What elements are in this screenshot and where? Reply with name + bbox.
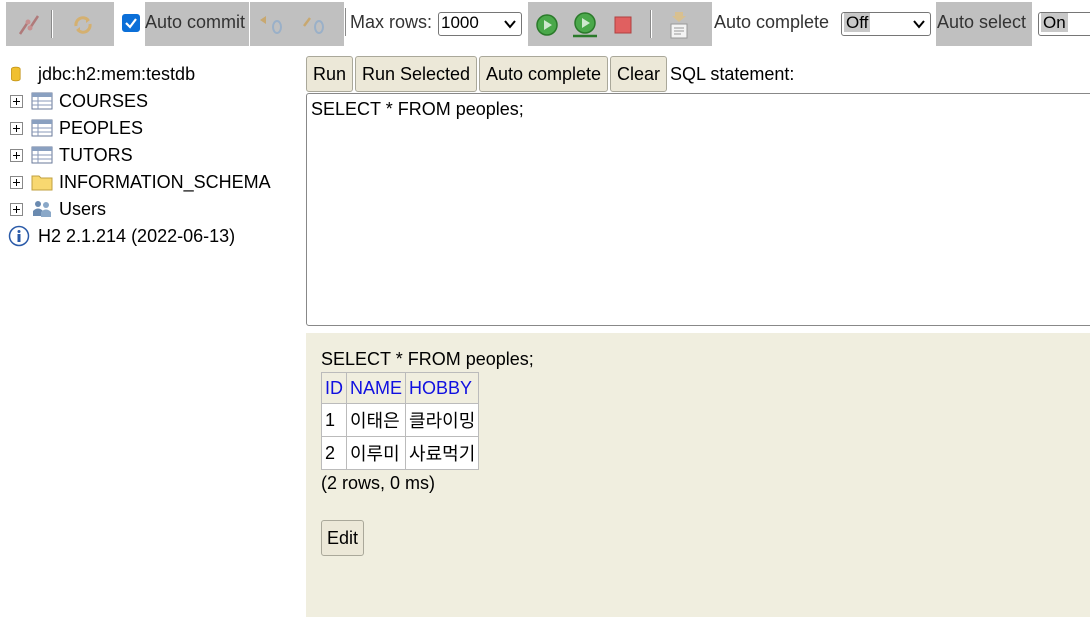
table-cell: 1 [321, 403, 347, 437]
database-icon [11, 66, 21, 82]
run-selected-button[interactable]: Run Selected [355, 56, 478, 92]
checkmark-icon [125, 18, 137, 29]
tree-item-peoples[interactable]: PEOPLES [10, 116, 143, 140]
table-cell: 2 [321, 436, 347, 470]
clear-button[interactable]: Clear [610, 56, 668, 92]
table-cell: 이루미 [345, 436, 407, 470]
stop-button[interactable] [606, 8, 640, 42]
history-button[interactable] [662, 8, 696, 42]
history-icon [670, 12, 688, 39]
tree-item-label: COURSES [59, 90, 149, 111]
autocomplete-value: Off [844, 13, 871, 32]
expand-icon[interactable] [10, 202, 23, 216]
column-header[interactable]: HOBBY [405, 372, 480, 404]
autocomplete-select[interactable]: Off [841, 12, 931, 36]
toolbar-group-execute [528, 2, 712, 46]
table-icon [31, 119, 53, 137]
disconnect-icon [18, 15, 40, 35]
maxrows-select[interactable]: 1000 [438, 12, 522, 36]
run-icon [536, 14, 558, 36]
tree-item-label: Users [59, 198, 107, 219]
expand-icon[interactable] [10, 175, 23, 189]
tree-item-courses[interactable]: COURSES [10, 89, 148, 113]
expand-icon[interactable] [10, 148, 23, 162]
table-cell: 이태은 [345, 403, 407, 437]
autoselect-label: Auto select [937, 12, 1027, 32]
connection-url: jdbc:h2:mem:testdb [38, 63, 196, 84]
result-statement: SELECT * FROM peoples; [321, 349, 534, 369]
autocommit-checkbox[interactable] [122, 14, 140, 32]
maxrows-label: Max rows: [350, 12, 433, 32]
table-row: 2 이루미 사료먹기 [321, 436, 480, 470]
result-panel: SELECT * FROM peoples; ID NAME HOBBY 1 이… [306, 333, 1090, 617]
object-tree: jdbc:h2:mem:testdb COURSES PEOPLES TUTOR… [0, 48, 305, 617]
commit-button[interactable] [296, 8, 330, 42]
toolbar-group-transaction [250, 2, 344, 46]
tree-item-label: PEOPLES [59, 117, 144, 138]
toolbar-separator [650, 10, 652, 38]
run-selected-icon [573, 12, 597, 38]
table-icon [31, 146, 53, 164]
auto-complete-button[interactable]: Auto complete [479, 56, 609, 92]
rollback-icon [260, 16, 282, 34]
tree-item-information-schema[interactable]: INFORMATION_SCHEMA [10, 170, 271, 194]
tree-item-label: TUTORS [59, 144, 133, 165]
run-button-icon[interactable] [530, 8, 564, 42]
tree-version: H2 2.1.214 (2022-06-13) [8, 224, 235, 248]
table-header-row: ID NAME HOBBY [321, 372, 480, 404]
table-cell: 클라이밍 [405, 403, 480, 437]
info-icon [8, 225, 30, 247]
tree-item-tutors[interactable]: TUTORS [10, 143, 133, 167]
stop-icon [614, 16, 632, 34]
column-header[interactable]: NAME [345, 372, 407, 404]
toolbar-separator [51, 10, 53, 38]
table-icon [31, 92, 53, 110]
refresh-icon [74, 16, 92, 34]
sql-input[interactable]: SELECT * FROM peoples; [306, 93, 1090, 326]
toolbar-group-connection [6, 2, 114, 46]
disconnect-button[interactable] [12, 8, 46, 42]
autoselect-value: On [1041, 13, 1068, 32]
expand-icon[interactable] [10, 121, 23, 135]
chevron-down-icon [504, 20, 516, 29]
tree-connection[interactable]: jdbc:h2:mem:testdb [10, 62, 195, 86]
column-header[interactable]: ID [321, 372, 347, 404]
users-icon [33, 201, 51, 217]
table-cell: 사료먹기 [405, 436, 480, 470]
expand-icon[interactable] [10, 94, 23, 108]
autocommit-label: Auto commit [145, 12, 246, 32]
toolbar: Auto commit Max rows: 1000 Auto complete… [0, 0, 1090, 48]
run-button[interactable]: Run [306, 56, 354, 92]
refresh-button[interactable] [66, 8, 100, 42]
result-table: ID NAME HOBBY 1 이태은 클라이밍 2 이루미 사료먹기 [321, 372, 480, 470]
commit-icon [303, 17, 324, 34]
folder-icon [31, 175, 53, 191]
autoselect-select[interactable]: On [1038, 12, 1090, 36]
tree-item-label: INFORMATION_SCHEMA [59, 171, 271, 192]
table-row: 1 이태은 클라이밍 [321, 403, 480, 437]
autocomplete-label: Auto complete [714, 12, 830, 32]
result-summary: (2 rows, 0 ms) [321, 473, 436, 493]
rollback-button[interactable] [254, 8, 288, 42]
chevron-down-icon [913, 20, 925, 29]
run-selected-button-icon[interactable] [568, 8, 602, 42]
sql-statement-label: SQL statement: [670, 64, 795, 84]
toolbar-separator [345, 8, 347, 36]
edit-button[interactable]: Edit [321, 520, 365, 556]
tree-item-users[interactable]: Users [10, 197, 106, 221]
version-text: H2 2.1.214 (2022-06-13) [38, 225, 236, 246]
maxrows-value: 1000 [441, 13, 479, 32]
